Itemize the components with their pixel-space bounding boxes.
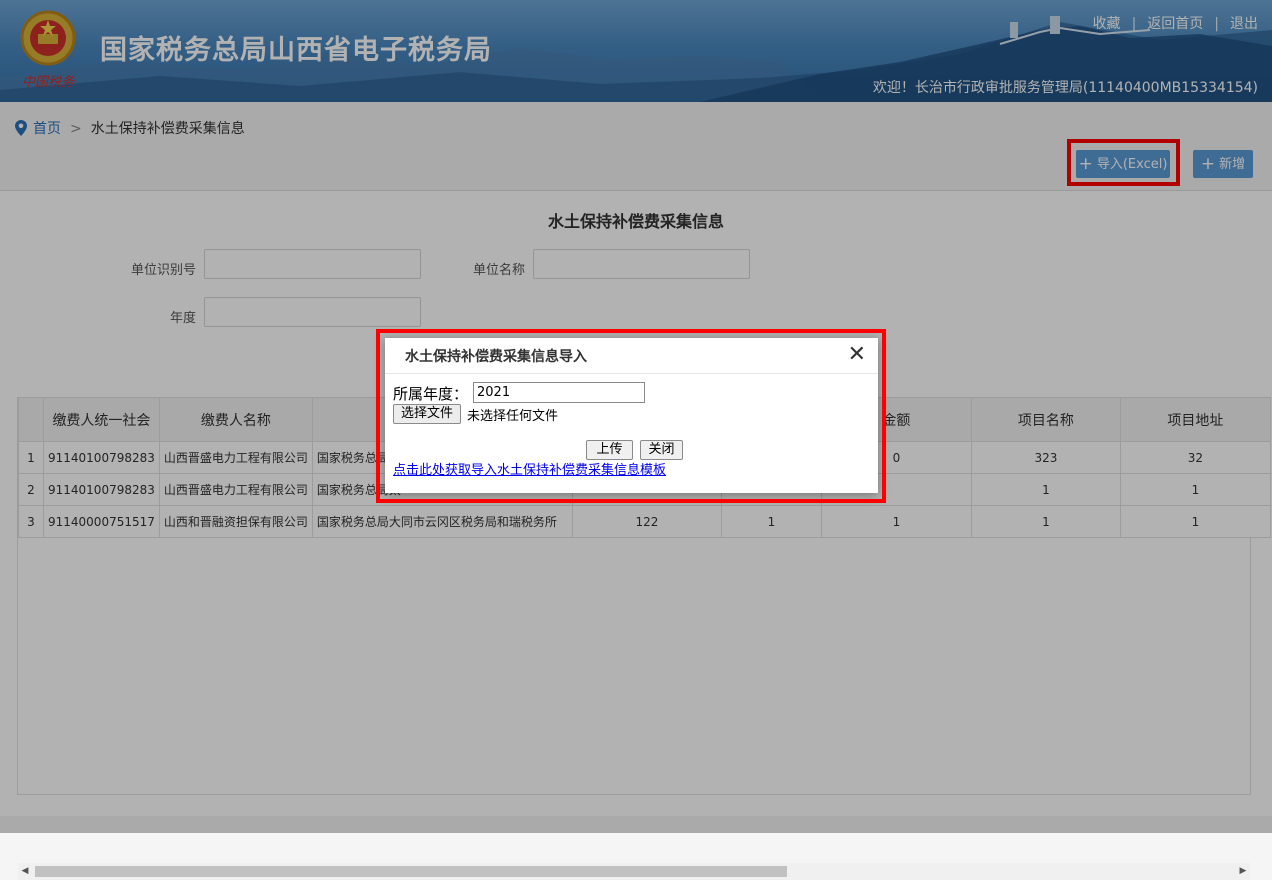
scrollbar-thumb[interactable] bbox=[35, 866, 787, 877]
highlight-box-dialog bbox=[376, 329, 886, 503]
scroll-left-icon[interactable]: ◀ bbox=[18, 863, 32, 880]
horizontal-scrollbar[interactable]: ◀ ▶ bbox=[18, 863, 1250, 880]
scroll-right-icon[interactable]: ▶ bbox=[1236, 863, 1250, 880]
